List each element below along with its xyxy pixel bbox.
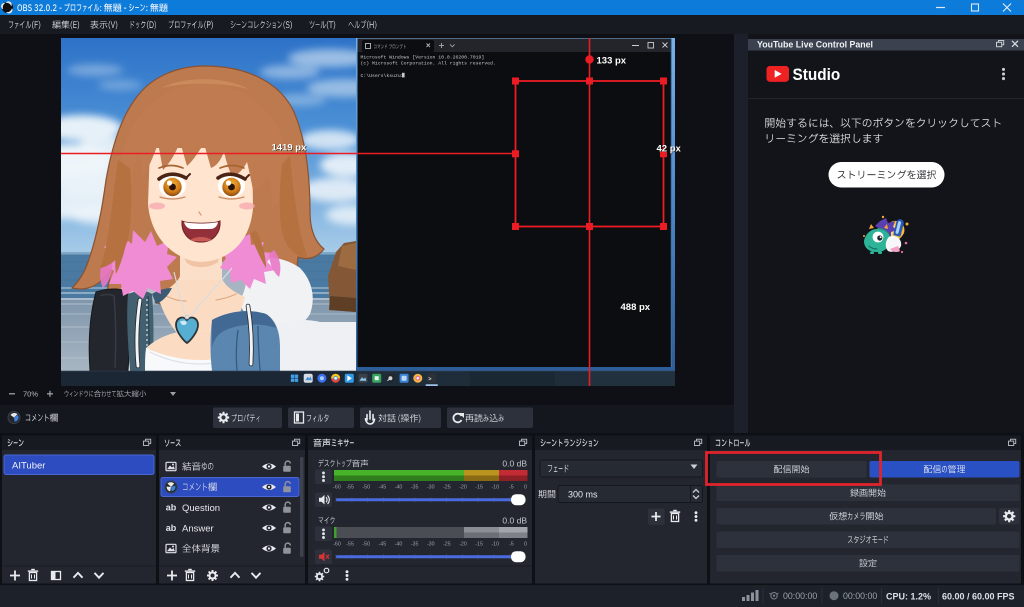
svg-text:70%: 70%	[23, 390, 38, 399]
svg-text:AITuber: AITuber	[12, 461, 45, 472]
svg-text:0: 0	[524, 542, 527, 548]
svg-text:0.0 dB: 0.0 dB	[502, 459, 527, 469]
svg-text:Studio: Studio	[793, 67, 841, 85]
svg-text:-40: -40	[395, 542, 403, 548]
svg-text:-15: -15	[475, 485, 483, 491]
svg-text:-60: -60	[333, 485, 341, 491]
svg-text:-50: -50	[362, 485, 370, 491]
svg-text:-25: -25	[443, 485, 451, 491]
svg-text:Answer: Answer	[182, 523, 214, 534]
svg-text:-45: -45	[379, 542, 387, 548]
svg-text:-10: -10	[491, 485, 499, 491]
svg-text:-45: -45	[379, 485, 387, 491]
svg-text:300 ms: 300 ms	[568, 490, 598, 500]
svg-text:0: 0	[524, 485, 527, 491]
svg-text:ab: ab	[166, 523, 177, 533]
svg-text:60.00 / 60.00 FPS: 60.00 / 60.00 FPS	[942, 592, 1015, 602]
svg-text:42 px: 42 px	[657, 144, 682, 155]
svg-text:-20: -20	[459, 485, 467, 491]
svg-text:Microsoft Windows [Version 10.: Microsoft Windows [Version 10.0.26200.70…	[361, 55, 485, 61]
svg-text:-50: -50	[362, 542, 370, 548]
svg-text:-20: -20	[459, 542, 467, 548]
svg-text:-25: -25	[443, 542, 451, 548]
svg-text:YouTube Live Control Panel: YouTube Live Control Panel	[757, 40, 873, 50]
svg-text:(c) Microsoft Corporation. All: (c) Microsoft Corporation. All rights re…	[361, 61, 496, 67]
svg-text:-5: -5	[509, 542, 514, 548]
svg-text:-55: -55	[346, 485, 354, 491]
svg-text:-60: -60	[333, 542, 341, 548]
svg-text:1419 px: 1419 px	[272, 143, 308, 154]
svg-text:-30: -30	[427, 485, 435, 491]
svg-text:488 px: 488 px	[621, 302, 651, 313]
svg-text:-15: -15	[475, 542, 483, 548]
svg-text:-10: -10	[491, 542, 499, 548]
svg-text:-5: -5	[509, 485, 514, 491]
svg-text:133 px: 133 px	[597, 56, 627, 67]
svg-text:Question: Question	[182, 503, 220, 514]
svg-text:-40: -40	[395, 485, 403, 491]
svg-text:-55: -55	[346, 542, 354, 548]
svg-text:CPU: 1.2%: CPU: 1.2%	[886, 592, 931, 602]
svg-text:-35: -35	[411, 542, 419, 548]
svg-text:00:00:00: 00:00:00	[843, 591, 877, 601]
svg-text:-30: -30	[427, 542, 435, 548]
svg-text:C:\Users\ksuzu>: C:\Users\ksuzu>	[361, 73, 404, 79]
svg-text:-35: -35	[411, 485, 419, 491]
svg-text:ab: ab	[166, 503, 177, 513]
svg-text:0.0 dB: 0.0 dB	[502, 516, 527, 526]
svg-text:00:00:00: 00:00:00	[783, 591, 817, 601]
